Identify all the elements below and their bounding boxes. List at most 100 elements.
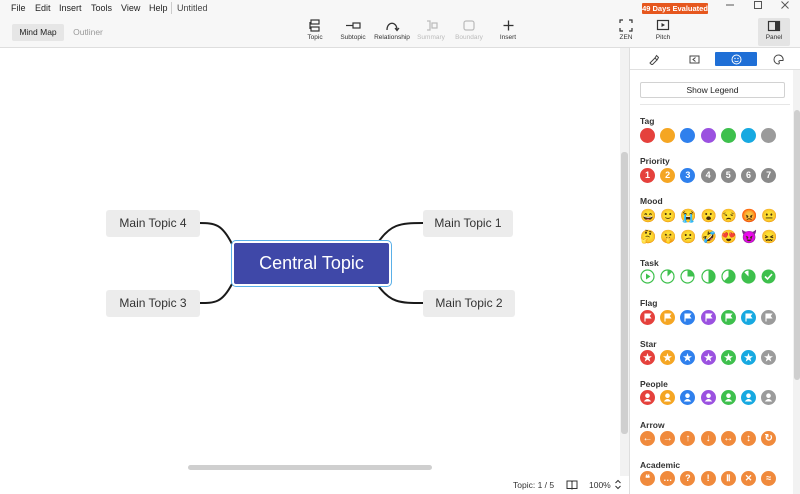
- priority-marker[interactable]: 7: [761, 168, 777, 183]
- map-tab[interactable]: [673, 52, 715, 66]
- panel-scrollbar[interactable]: [793, 70, 800, 494]
- flag-marker[interactable]: [761, 310, 777, 325]
- people-marker[interactable]: [741, 390, 756, 405]
- mood-marker[interactable]: 😭: [680, 208, 696, 223]
- people-marker[interactable]: [660, 390, 676, 405]
- main-topic-3[interactable]: Main Topic 3: [106, 290, 200, 317]
- tag-marker[interactable]: [761, 128, 777, 143]
- tag-marker[interactable]: [680, 128, 696, 143]
- academic-marker[interactable]: Ⅱ: [720, 471, 736, 486]
- book-icon[interactable]: [566, 479, 578, 492]
- mood-marker[interactable]: 😮: [701, 208, 717, 223]
- panel-button[interactable]: Panel: [758, 18, 790, 46]
- tag-marker[interactable]: [660, 128, 676, 143]
- priority-marker[interactable]: 4: [700, 168, 716, 183]
- task-progress-icon[interactable]: [640, 269, 655, 284]
- close-icon[interactable]: [775, 0, 795, 17]
- tag-marker[interactable]: [741, 128, 756, 143]
- priority-marker[interactable]: 3: [680, 168, 696, 183]
- task-progress-icon[interactable]: [680, 269, 695, 284]
- academic-marker[interactable]: ≈: [761, 471, 777, 486]
- zoom-stepper-icon[interactable]: [614, 478, 622, 493]
- flag-marker[interactable]: [741, 310, 756, 325]
- star-marker[interactable]: [720, 350, 736, 365]
- academic-marker[interactable]: !: [700, 471, 716, 486]
- flag-marker[interactable]: [680, 310, 696, 325]
- panel-scroll-thumb[interactable]: [794, 110, 800, 380]
- show-legend-button[interactable]: Show Legend: [640, 82, 785, 98]
- star-marker[interactable]: [640, 350, 655, 365]
- arrow-marker[interactable]: ↓: [700, 431, 716, 446]
- mood-markers-row-1: 😄 🙂 😭 😮 😒 😡 😐: [640, 208, 790, 224]
- mood-marker[interactable]: 🙂: [660, 208, 676, 223]
- academic-marker[interactable]: ✕: [741, 471, 756, 486]
- style-tab[interactable]: [632, 52, 674, 66]
- academic-marker[interactable]: ?: [680, 471, 696, 486]
- mood-marker[interactable]: 😖: [761, 229, 777, 244]
- priority-marker[interactable]: 6: [741, 168, 756, 183]
- mood-marker[interactable]: 😡: [741, 208, 757, 223]
- mood-marker[interactable]: 🤔: [640, 229, 656, 244]
- academic-marker[interactable]: ❝: [640, 471, 655, 486]
- zoom-level[interactable]: 100%: [589, 480, 611, 490]
- central-topic[interactable]: Central Topic: [231, 240, 392, 287]
- arrow-marker[interactable]: ↻: [761, 431, 777, 446]
- task-progress-icon[interactable]: [660, 269, 675, 284]
- arrow-marker[interactable]: →: [660, 431, 676, 446]
- star-marker[interactable]: [761, 350, 777, 365]
- pitch-button[interactable]: Pitch: [650, 19, 676, 41]
- people-marker[interactable]: [680, 390, 696, 405]
- priority-marker[interactable]: 2: [660, 168, 676, 183]
- main-topic-4[interactable]: Main Topic 4: [106, 210, 200, 237]
- academic-marker[interactable]: …: [660, 471, 676, 486]
- people-marker[interactable]: [640, 390, 655, 405]
- mood-marker[interactable]: 🤣: [701, 229, 717, 244]
- people-marker[interactable]: [720, 390, 736, 405]
- main-topic-2[interactable]: Main Topic 2: [423, 290, 515, 317]
- canvas-horizontal-scrollbar[interactable]: [0, 463, 620, 471]
- mood-marker[interactable]: 😐: [761, 208, 777, 223]
- mood-marker[interactable]: 😄: [640, 208, 656, 223]
- tag-marker[interactable]: [720, 128, 736, 143]
- star-marker[interactable]: [680, 350, 696, 365]
- panel-label: Panel: [765, 34, 783, 41]
- star-marker[interactable]: [741, 350, 756, 365]
- arrow-marker[interactable]: ↔: [720, 431, 736, 446]
- arrow-marker[interactable]: ↑: [680, 431, 696, 446]
- arrow-marker[interactable]: ↕: [741, 431, 756, 446]
- mood-marker[interactable]: 😈: [741, 229, 757, 244]
- people-markers: [640, 390, 790, 406]
- academic-section-title: Academic: [640, 460, 681, 470]
- arrow-marker[interactable]: ←: [640, 431, 655, 446]
- people-marker[interactable]: [700, 390, 716, 405]
- horizontal-scroll-thumb[interactable]: [188, 465, 432, 470]
- star-marker[interactable]: [660, 350, 676, 365]
- flag-marker[interactable]: [720, 310, 736, 325]
- flag-marker[interactable]: [640, 310, 655, 325]
- priority-marker[interactable]: 5: [720, 168, 736, 183]
- flag-marker[interactable]: [700, 310, 716, 325]
- flag-marker[interactable]: [660, 310, 676, 325]
- people-marker[interactable]: [761, 390, 777, 405]
- mood-marker[interactable]: 🤫: [660, 229, 676, 244]
- task-progress-icon[interactable]: [741, 269, 756, 284]
- task-progress-icon[interactable]: [761, 269, 776, 284]
- tag-marker[interactable]: [700, 128, 716, 143]
- tag-marker[interactable]: [640, 128, 655, 143]
- marker-tab[interactable]: [715, 52, 757, 66]
- theme-tab[interactable]: [757, 52, 799, 66]
- mood-marker[interactable]: 😕: [680, 229, 696, 244]
- canvas-vertical-scrollbar[interactable]: [620, 48, 629, 476]
- evaluation-badge[interactable]: 49 Days Evaluated: [642, 3, 708, 14]
- vertical-scroll-thumb[interactable]: [621, 152, 628, 434]
- priority-marker[interactable]: 1: [640, 168, 655, 183]
- mood-marker[interactable]: 😒: [721, 208, 737, 223]
- task-progress-icon[interactable]: [700, 269, 716, 284]
- star-marker[interactable]: [700, 350, 716, 365]
- mood-marker[interactable]: 😍: [721, 229, 737, 244]
- task-progress-icon[interactable]: [721, 269, 736, 284]
- minimize-icon[interactable]: [720, 0, 740, 17]
- main-topic-1[interactable]: Main Topic 1: [423, 210, 513, 237]
- maximize-icon[interactable]: [748, 0, 768, 17]
- map-icon: [689, 55, 699, 64]
